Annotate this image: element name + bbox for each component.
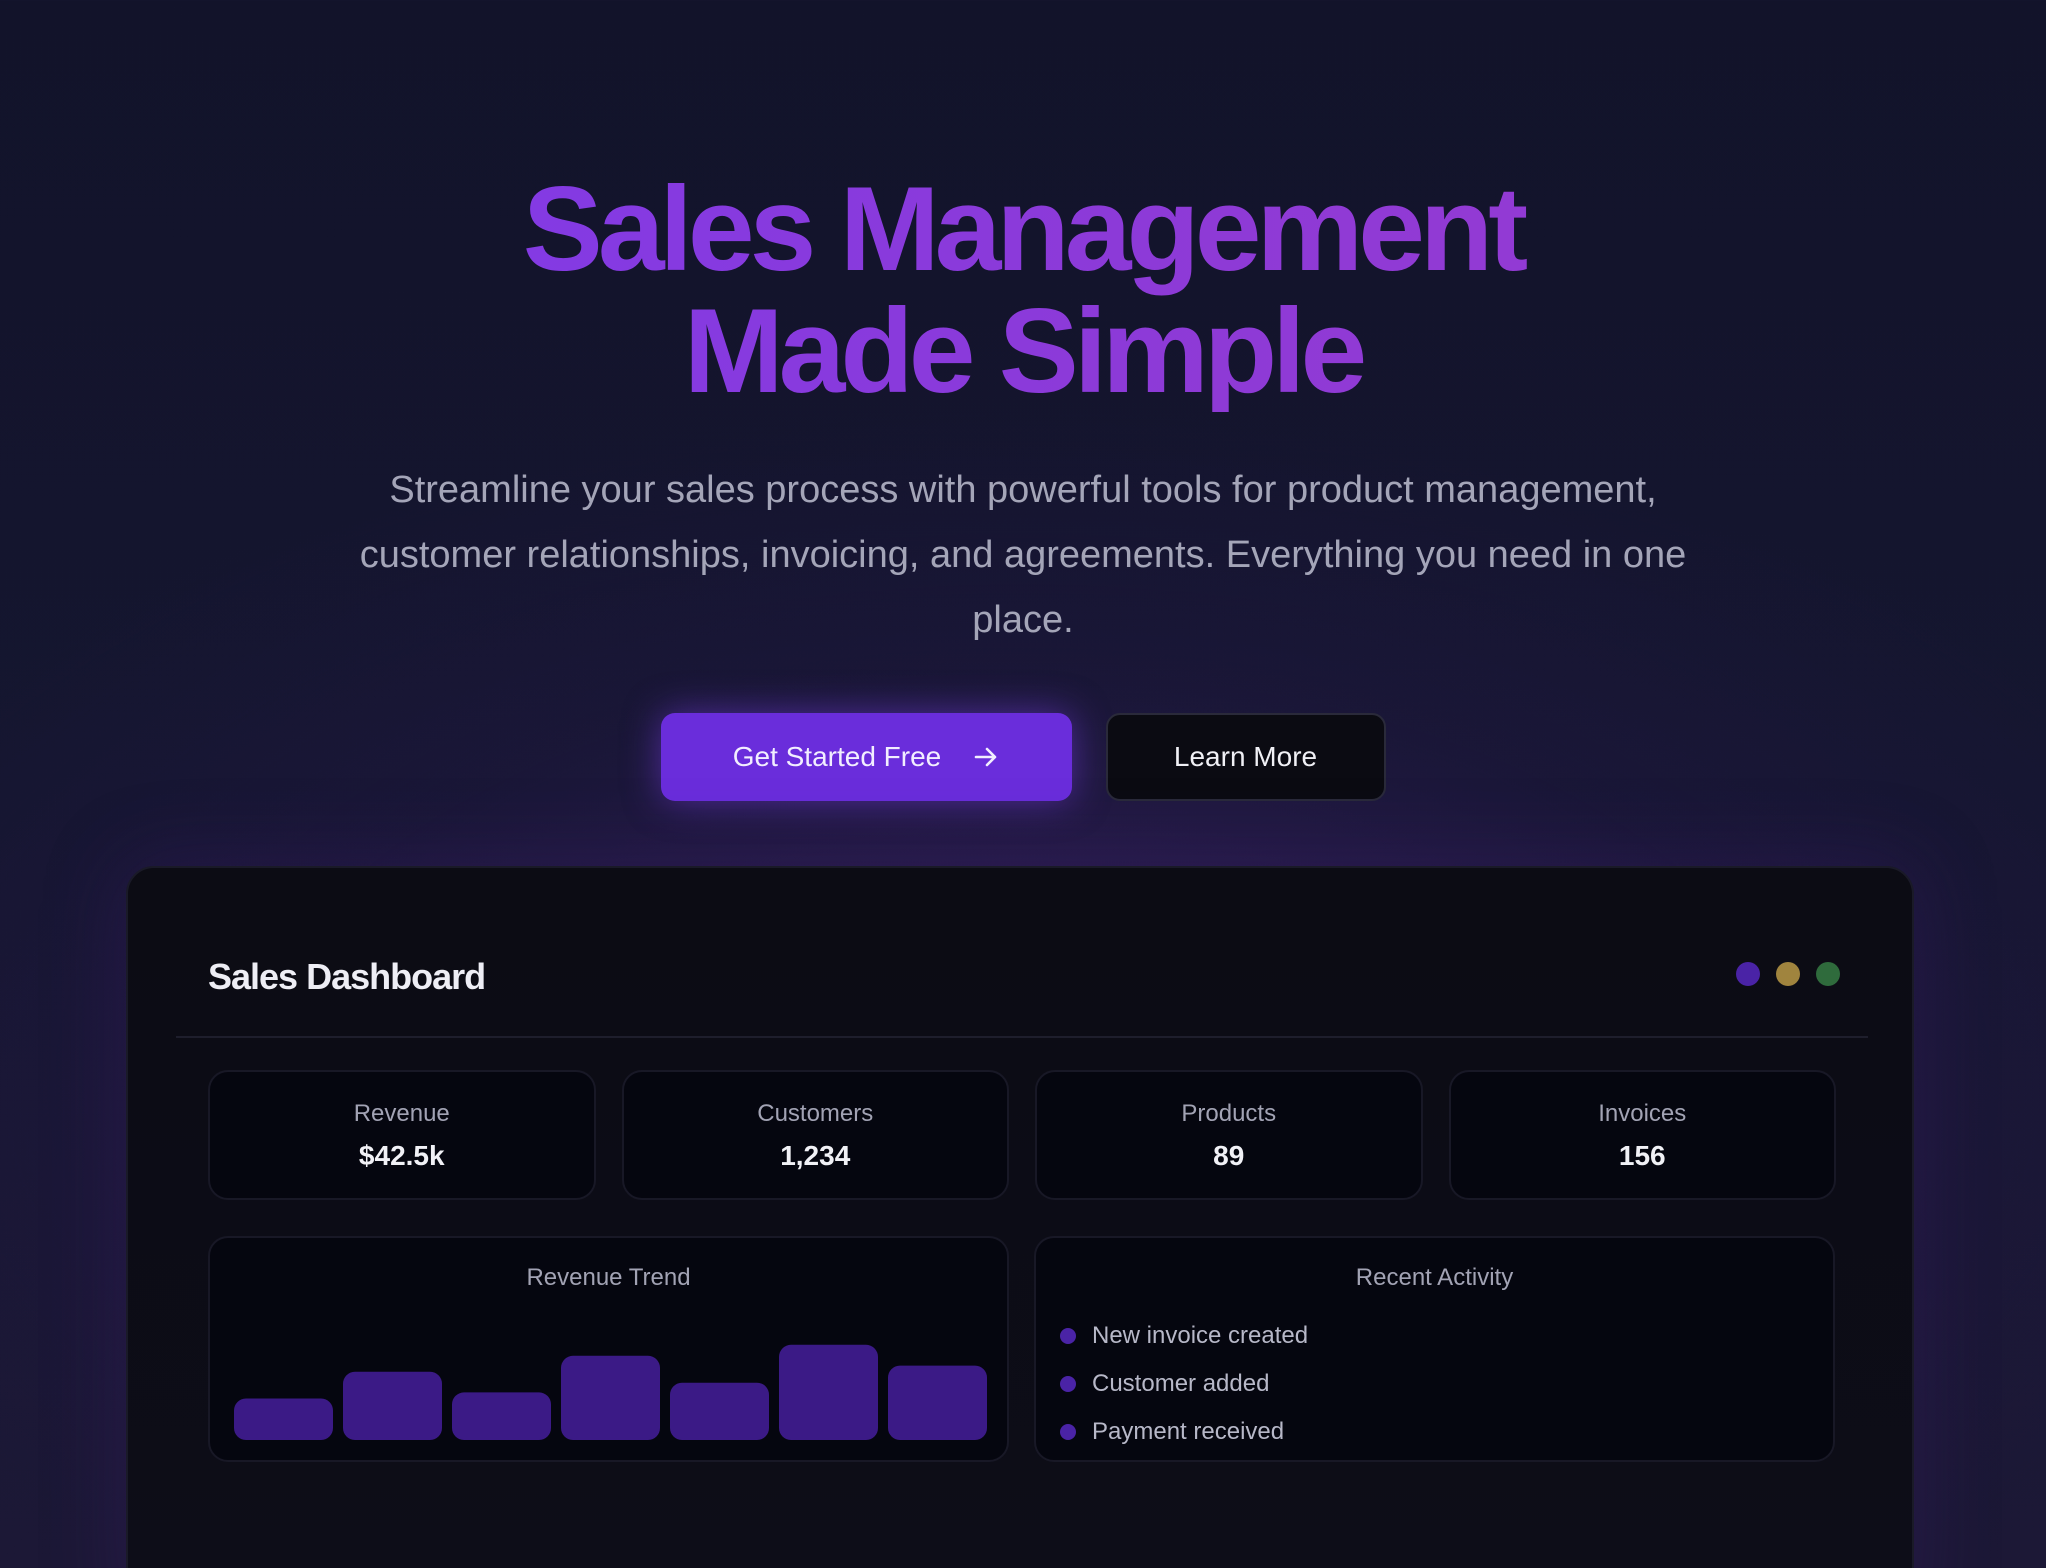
stat-card-products: Products 89 <box>1035 1070 1423 1200</box>
arrow-right-icon <box>973 744 999 770</box>
stat-card-revenue: Revenue $42.5k <box>208 1070 596 1200</box>
learn-more-label: Learn More <box>1173 741 1318 772</box>
stat-value: 1,234 <box>780 1140 851 1171</box>
stat-label: Products <box>1181 1100 1277 1127</box>
stat-value: 89 <box>1213 1140 1245 1171</box>
stat-label: Revenue <box>353 1100 450 1127</box>
stat-label: Customers <box>757 1100 874 1127</box>
get-started-button[interactable]: Get Started Free <box>660 713 1072 801</box>
purple-dot <box>1736 962 1760 986</box>
revenue-bar-5 <box>670 1382 769 1440</box>
bullet-dot-icon <box>1060 1376 1076 1392</box>
hero-title: Sales Management Made Simple <box>0 168 2046 412</box>
activity-text: Customer added <box>1092 1370 1270 1397</box>
recent-activity-title: Recent Activity <box>1355 1264 1514 1291</box>
bullet-dot-icon <box>1060 1328 1076 1344</box>
stat-card-customers: Customers 1,234 <box>621 1070 1009 1200</box>
hero-subtitle: Streamline your sales process with power… <box>359 469 1687 641</box>
activity-list: New invoice created Customer added Payme… <box>1060 1312 1308 1456</box>
hero-title-line-2: Made Simple <box>683 284 1363 418</box>
stat-card-invoices: Invoices 156 <box>1448 1070 1836 1200</box>
list-item: Payment received <box>1060 1408 1308 1456</box>
stat-label: Invoices <box>1598 1100 1687 1127</box>
revenue-trend-chart <box>234 1318 987 1440</box>
stat-value: 156 <box>1618 1140 1666 1171</box>
window-dots <box>1736 962 1840 986</box>
dashboard-preview: Sales Dashboard Revenue $42.5k Customers… <box>126 866 1914 1568</box>
green-dot <box>1816 962 1840 986</box>
revenue-bar-2 <box>343 1371 442 1440</box>
activity-text: Payment received <box>1092 1418 1285 1445</box>
revenue-bar-6 <box>779 1344 878 1440</box>
revenue-trend-title: Revenue Trend <box>526 1264 691 1291</box>
recent-activity-panel: Recent Activity New invoice created Cust… <box>1034 1236 1835 1462</box>
gold-dot <box>1776 962 1800 986</box>
cta-row: Get Started Free Learn More <box>0 713 2046 801</box>
revenue-bar-4 <box>561 1355 660 1440</box>
stat-value: $42.5k <box>358 1140 445 1171</box>
revenue-trend-panel: Revenue Trend <box>208 1236 1009 1462</box>
bullet-dot-icon <box>1060 1424 1076 1440</box>
dashboard-header: Sales Dashboard <box>176 868 1868 1038</box>
list-item: New invoice created <box>1060 1312 1308 1360</box>
learn-more-button[interactable]: Learn More <box>1105 713 1386 801</box>
revenue-bar-3 <box>452 1392 551 1440</box>
activity-text: New invoice created <box>1092 1322 1309 1349</box>
dashboard-title: Sales Dashboard <box>208 956 486 997</box>
revenue-bar-1 <box>234 1398 333 1440</box>
revenue-bar-7 <box>888 1365 987 1440</box>
get-started-label: Get Started Free <box>732 741 942 772</box>
revenue-trend-svg <box>234 1344 987 1440</box>
stats-row: Revenue $42.5k Customers 1,234 Products … <box>208 1070 1836 1200</box>
hero-title-line-1: Sales Management <box>522 162 1524 296</box>
list-item: Customer added <box>1060 1360 1308 1408</box>
